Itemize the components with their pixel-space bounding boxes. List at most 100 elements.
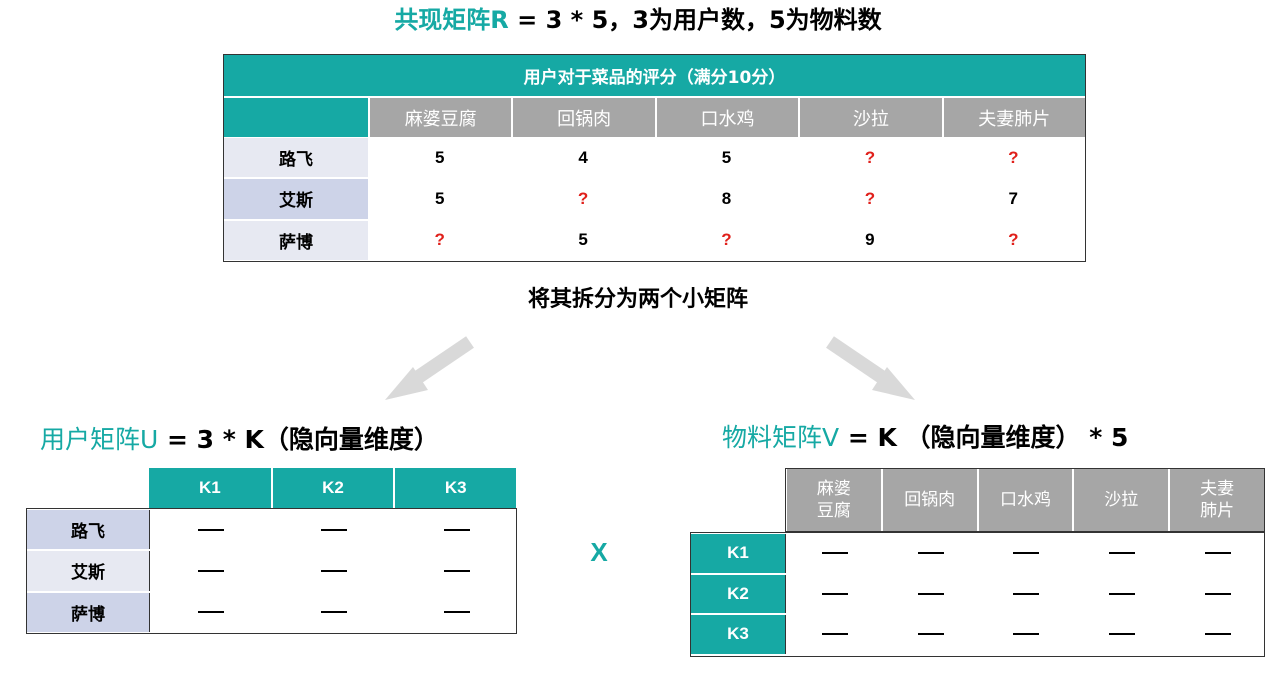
item-matrix-label-prefix: 物料矩阵V bbox=[722, 423, 840, 452]
rating-cell: ? bbox=[864, 188, 876, 208]
latent-value-cell bbox=[150, 550, 273, 591]
placeholder-dash bbox=[821, 552, 848, 555]
latent-value-cell bbox=[1170, 614, 1266, 655]
placeholder-dash bbox=[1109, 633, 1136, 636]
placeholder-dash bbox=[321, 528, 348, 531]
placeholder-dash bbox=[443, 528, 470, 531]
user-matrix-table: K1 K2 K3 路飞 艾斯 萨博 bbox=[26, 468, 517, 634]
placeholder-dash bbox=[1205, 552, 1232, 555]
placeholder-dash bbox=[198, 611, 225, 614]
latent-row-label: K2 bbox=[691, 574, 786, 614]
placeholder-dash bbox=[1013, 552, 1040, 555]
item-matrix-label-rest: = K （隐向量维度） * 5 bbox=[839, 423, 1129, 452]
latent-value-cell bbox=[1170, 574, 1266, 615]
placeholder-dash bbox=[198, 528, 225, 531]
latent-column-header: K1 bbox=[149, 468, 271, 508]
rating-cell: ? bbox=[1008, 147, 1019, 167]
latent-value-cell bbox=[1074, 614, 1170, 655]
rating-cell: 8 bbox=[721, 188, 732, 208]
latent-value-cell bbox=[1074, 574, 1170, 615]
rating-table-header: 用户对于菜品的评分（满分10分） bbox=[224, 55, 1085, 96]
latent-value-cell bbox=[787, 533, 883, 574]
latent-value-cell bbox=[273, 509, 396, 550]
latent-value-cell bbox=[273, 550, 396, 591]
placeholder-dash bbox=[917, 633, 944, 636]
user-matrix-label-prefix: 用户矩阵U bbox=[40, 425, 159, 454]
latent-value-cell bbox=[787, 574, 883, 615]
latent-value-cell bbox=[150, 592, 273, 633]
rating-cell: 4 bbox=[578, 147, 588, 167]
rating-cell: ? bbox=[864, 147, 876, 167]
rating-cell: ? bbox=[434, 230, 445, 250]
dish-column-header: 回锅肉 bbox=[882, 469, 977, 531]
latent-value-cell bbox=[1074, 533, 1170, 574]
rating-cell: 5 bbox=[434, 147, 445, 167]
dish-column-header: 口水鸡 bbox=[978, 469, 1073, 531]
arrow-right-icon bbox=[826, 336, 915, 400]
user-row-label: 萨博 bbox=[27, 592, 150, 632]
placeholder-dash bbox=[1109, 552, 1136, 555]
placeholder-dash bbox=[321, 569, 348, 572]
latent-column-header: K2 bbox=[271, 468, 394, 508]
dish-column-header: 夫妻肺片 bbox=[943, 98, 1085, 137]
placeholder-dash bbox=[1109, 592, 1136, 595]
latent-value-cell bbox=[787, 614, 883, 655]
rating-table-corner bbox=[224, 98, 368, 137]
user-row-label: 艾斯 bbox=[224, 179, 368, 219]
placeholder-dash bbox=[1013, 592, 1040, 595]
user-matrix-label-rest: = 3 * K（隐向量维度） bbox=[158, 425, 439, 454]
rating-table: 用户对于菜品的评分（满分10分） 麻婆豆腐 回锅肉 口水鸡 沙拉 夫妻肺片 路飞 5 4 5?? 艾… bbox=[223, 54, 1086, 262]
item-matrix-body: K1 K2 K3 bbox=[690, 532, 1265, 657]
rating-cell: ? bbox=[577, 188, 589, 208]
dish-column-header: 沙拉 bbox=[1074, 469, 1169, 531]
placeholder-dash bbox=[1013, 633, 1040, 636]
placeholder-dash bbox=[443, 569, 470, 572]
rating-cell: 5 bbox=[578, 230, 588, 250]
user-row-label: 路飞 bbox=[224, 138, 368, 178]
rating-cell: 5 bbox=[721, 147, 732, 167]
user-row-label: 艾斯 bbox=[27, 551, 150, 591]
latent-row-label: K3 bbox=[691, 615, 786, 654]
arrow-left-icon bbox=[385, 336, 474, 400]
latent-value-cell bbox=[979, 614, 1075, 655]
matrix-title-prefix: 共现矩阵R bbox=[394, 6, 509, 34]
latent-value-cell bbox=[883, 574, 979, 615]
multiply-sign: X bbox=[590, 537, 608, 567]
item-matrix-header-row: 麻婆 豆腐 回锅肉 口水鸡 沙拉 夫妻 肺片 bbox=[785, 468, 1265, 532]
latent-value-cell bbox=[979, 533, 1075, 574]
latent-row-label: K1 bbox=[691, 534, 786, 573]
rating-cell: ? bbox=[721, 230, 732, 250]
latent-value-cell bbox=[273, 592, 396, 633]
dish-column-header: 麻婆豆腐 bbox=[370, 98, 512, 137]
placeholder-dash bbox=[917, 592, 944, 595]
dish-column-header: 沙拉 bbox=[800, 98, 942, 137]
rating-cell: 5 bbox=[434, 188, 445, 208]
latent-column-header: K3 bbox=[394, 468, 517, 508]
latent-value-cell bbox=[979, 574, 1075, 615]
placeholder-dash bbox=[821, 633, 848, 636]
dish-column-header: 夫妻 肺片 bbox=[1170, 469, 1264, 531]
matrix-title-rest: = 3 * 5，3为用户数，5为物料数 bbox=[508, 6, 882, 34]
rating-cell: 7 bbox=[1008, 188, 1019, 208]
latent-value-cell bbox=[883, 614, 979, 655]
user-row-label: 萨博 bbox=[224, 220, 368, 260]
placeholder-dash bbox=[443, 611, 470, 614]
latent-value-cell bbox=[395, 592, 518, 633]
user-matrix-body: 路飞 艾斯 萨博 bbox=[26, 508, 517, 634]
item-matrix-label: 物料矩阵V = K （隐向量维度） * 5 bbox=[722, 418, 1128, 458]
rating-cell: ? bbox=[1008, 230, 1019, 250]
placeholder-dash bbox=[1205, 633, 1232, 636]
user-matrix-label: 用户矩阵U = 3 * K（隐向量维度） bbox=[40, 420, 439, 460]
dish-column-header: 口水鸡 bbox=[656, 98, 799, 137]
latent-value-cell bbox=[395, 550, 518, 591]
latent-value-cell bbox=[395, 509, 518, 550]
placeholder-dash bbox=[198, 569, 225, 572]
split-instruction: 将其拆分为两个小矩阵 bbox=[527, 287, 748, 312]
latent-value-cell bbox=[150, 509, 273, 550]
placeholder-dash bbox=[321, 611, 348, 614]
placeholder-dash bbox=[1205, 592, 1232, 595]
latent-value-cell bbox=[883, 533, 979, 574]
placeholder-dash bbox=[917, 552, 944, 555]
rating-cell: 9 bbox=[865, 230, 875, 250]
user-row-label: 路飞 bbox=[27, 510, 150, 550]
